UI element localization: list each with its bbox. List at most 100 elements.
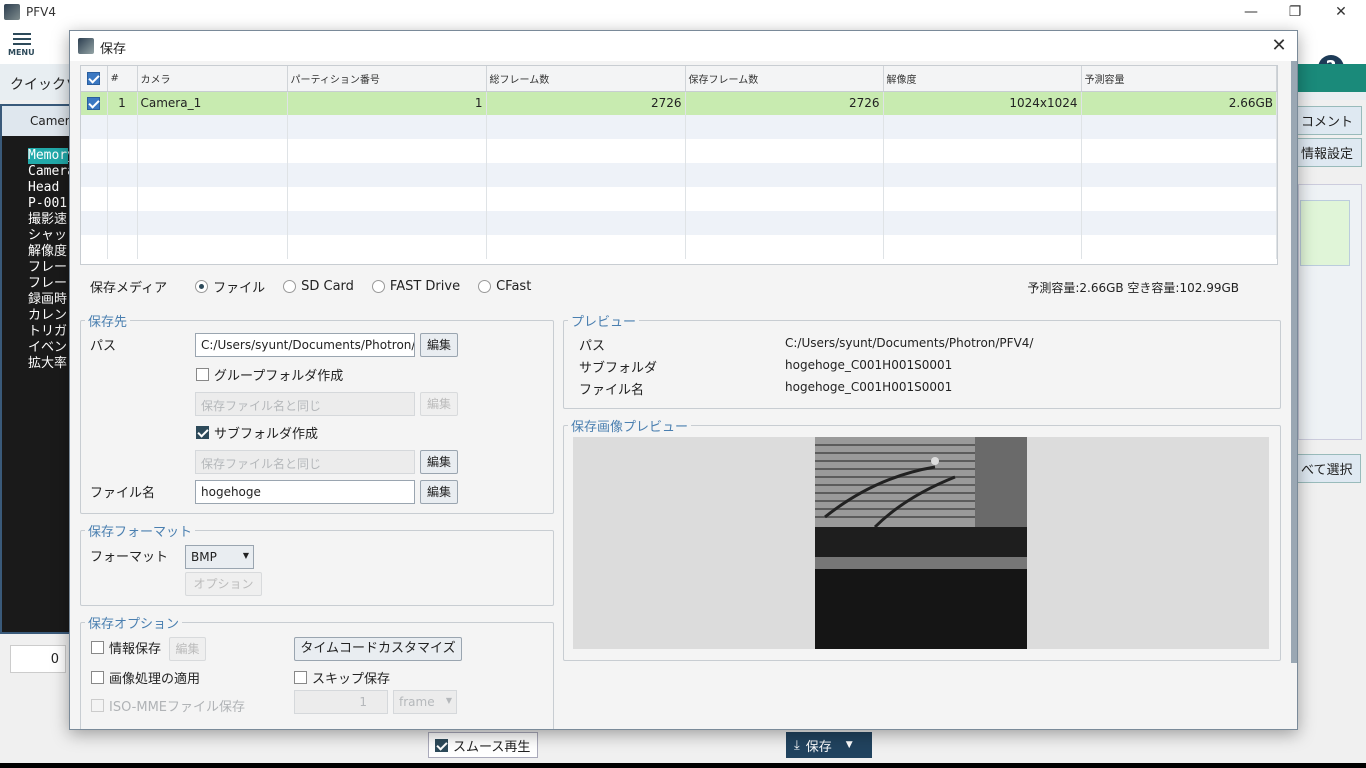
media-option-file[interactable]: ファイル [195,277,265,296]
format-label: フォーマット [90,550,169,565]
skip-save-label: スキップ保存 [312,672,391,687]
row-index: 1 [107,91,138,115]
info-settings-button[interactable]: 情報設定 [1292,138,1363,167]
maximize-button[interactable]: ❐ [1272,0,1318,24]
iso-mme-label: ISO-MMEファイル保存 [109,700,246,715]
camera-title: Camera [2,106,78,136]
chevron-down-icon: ▼ [445,696,452,705]
dialog-titlebar: 保存 ✕ [70,31,1297,61]
group-folder-label: グループフォルダ作成 [214,369,344,384]
row-save-frames: 2726 [685,91,884,115]
camera-info-list: Memory Camera Head P-001 撮影速 シャッ 解像度 フレー… [2,136,78,372]
skip-save-box[interactable] [294,671,307,684]
preview-subfolder-value: hogehoge_C001H001S0001 [785,358,953,372]
skip-unit-value: frame [399,695,435,709]
media-option-sdcard[interactable]: SD Card [283,279,354,294]
skip-save-checkbox[interactable]: スキップ保存 [294,668,390,687]
path-edit-button[interactable]: 編集 [420,333,458,357]
image-processing-label: 画像処理の適用 [109,672,201,687]
capacity-info: 予測容量:2.66GB 空き容量:102.99GB [1027,281,1239,295]
save-media-row: 保存メディア ファイル SD Card FAST Drive CFast [90,277,549,296]
smooth-play-toggle[interactable]: スムース再生 [428,732,538,758]
iso-mme-checkbox: ISO-MMEファイル保存 [91,696,245,715]
row-total-frames: 2726 [486,91,686,115]
preview-subfolder-label: サブフォルダ [579,361,658,376]
info-save-checkbox[interactable]: 情報保存 [91,638,161,657]
preview-path-label: パス [579,339,606,354]
right-panel-highlight [1300,200,1350,266]
app-logo-icon [4,4,20,20]
skip-unit-select: frame ▼ [393,690,457,714]
menu-button[interactable]: MENU [8,30,36,57]
col-header-index[interactable]: # [107,66,138,92]
subfolder-label: サブフォルダ作成 [214,427,319,442]
group-folder-input: 保存ファイル名と同じ [195,392,415,416]
minimize-button[interactable]: — [1228,0,1274,24]
destination-legend: 保存先 [88,315,128,330]
image-processing-box[interactable] [91,671,104,684]
select-all-header[interactable] [81,66,108,92]
radio-sdcard[interactable] [283,280,297,293]
row-estimate: 2.66GB [1081,91,1277,115]
subfolder-checkbox[interactable]: サブフォルダ作成 [196,423,318,442]
frame-counter[interactable]: 0 [10,645,66,673]
subfolder-input: 保存ファイル名と同じ [195,450,415,474]
radio-file[interactable] [195,280,209,293]
col-header-estimate[interactable]: 予測容量 [1081,66,1277,92]
row-checkbox-cell[interactable] [81,91,108,115]
table-row[interactable]: 1 Camera_1 1 2726 2726 1024x1024 2.66GB [81,91,1277,115]
info-save-box[interactable] [91,641,104,654]
dialog-scrollbar[interactable] [1291,61,1297,663]
image-preview-legend: 保存画像プレビュー [571,420,689,435]
media-option-fastdrive[interactable]: FAST Drive [371,279,460,294]
app-titlebar: PFV4 [0,0,1366,24]
preview-filename-value: hogehoge_C001H001S0001 [785,380,953,394]
download-icon: ⤓ [794,737,800,753]
media-option-cfast[interactable]: CFast [478,279,531,294]
dialog-close-button[interactable]: ✕ [1267,34,1291,58]
dropdown-arrow-icon[interactable]: ▼ [846,740,853,750]
select-all-checkbox[interactable] [87,71,101,85]
row-resolution: 1024x1024 [883,91,1082,115]
row-partition: 1 [287,91,487,115]
image-processing-checkbox[interactable]: 画像処理の適用 [91,668,200,687]
col-header-camera[interactable]: カメラ [137,66,288,92]
toolbar-save-label: 保存 [805,739,832,755]
path-input[interactable]: C:/Users/syunt/Documents/Photron/ [195,333,415,357]
info-save-label: 情報保存 [109,642,162,657]
radio-fastdrive[interactable] [371,280,385,293]
filename-input[interactable]: hogehoge [195,480,415,504]
toolbar-save-button[interactable]: ⤓ 保存 ▼ [786,732,872,758]
smooth-play-checkbox[interactable] [435,738,448,752]
empty-row [81,235,1277,259]
col-header-total-frames[interactable]: 総フレーム数 [486,66,686,92]
smooth-play-label: スムース再生 [453,739,531,755]
save-media-label: 保存メディア [90,281,168,296]
filename-edit-button[interactable]: 編集 [420,480,458,504]
group-folder-box[interactable] [196,368,209,381]
comment-button[interactable]: コメント [1292,106,1363,135]
preview-image [815,437,1027,649]
radio-cfast[interactable] [478,280,492,293]
chevron-down-icon: ▼ [242,551,249,560]
bottom-scrollbar [0,763,1366,768]
path-label: パス [90,339,117,354]
iso-mme-box [91,699,104,712]
table-header-row: # カメラ パーティション番号 総フレーム数 保存フレーム数 解像度 予測容量 [81,66,1277,92]
col-header-resolution[interactable]: 解像度 [883,66,1082,92]
options-legend: 保存オプション [88,617,180,632]
group-folder-checkbox[interactable]: グループフォルダ作成 [196,365,343,384]
timecode-customize-button[interactable]: タイムコードカスタマイズ [294,637,462,661]
image-preview-area [573,437,1269,649]
subfolder-box[interactable] [196,426,209,439]
subfolder-edit-button[interactable]: 編集 [420,450,458,474]
col-header-partition[interactable]: パーティション番号 [287,66,487,92]
window-close-button[interactable]: ✕ [1318,0,1364,24]
col-header-save-frames[interactable]: 保存フレーム数 [685,66,884,92]
select-all-button[interactable]: べて選択 [1292,454,1362,483]
save-dialog: 保存 ✕ # カメラ パーティション番号 総フレーム数 保存フレーム数 解像度 … [69,30,1298,730]
row-checkbox[interactable] [87,97,101,111]
info-save-edit-button: 編集 [169,637,206,661]
format-select[interactable]: BMP ▼ [185,545,254,569]
format-legend: 保存フォーマット [88,525,193,540]
